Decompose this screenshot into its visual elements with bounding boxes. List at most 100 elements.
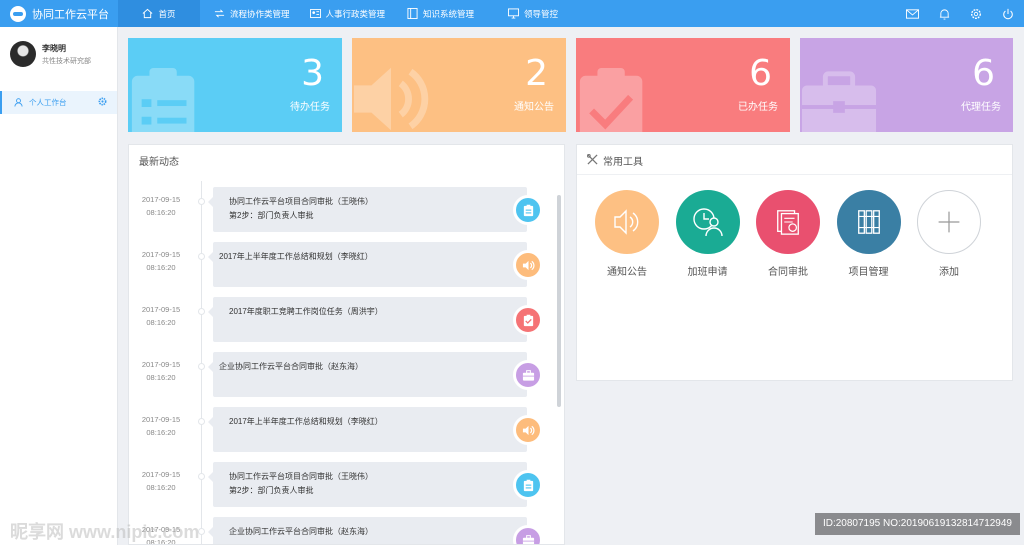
process-icon <box>214 9 225 18</box>
tools-icon <box>587 154 598 165</box>
cloud-logo-icon <box>10 5 26 22</box>
feed-item-title: 2017年上半年度工作总结和规划（李晓红） <box>229 417 383 426</box>
stat-card-proxy[interactable]: 6 代理任务 <box>800 38 1013 132</box>
app-title: 协同工作云平台 <box>32 8 109 21</box>
top-bar: 协同工作云平台 首页 流程协作类管理 人事行政类管理 知识系统管理 领导管控 <box>0 0 1024 27</box>
feed-item-card[interactable]: 企业协同工作云平台合同审批（赵东海） <box>208 352 527 397</box>
watermark-text: 昵享网 www.nipic.com <box>10 522 200 542</box>
avatar <box>10 41 36 67</box>
stat-value: 6 <box>972 53 995 94</box>
user-name: 李晓明 <box>42 43 66 53</box>
feed-item-card[interactable]: 2017年上半年度工作总结和规划（李晓红） <box>208 407 527 452</box>
clipboard-icon <box>513 195 543 225</box>
feed-item-title: 协同工作云平台项目合同审批（王晓伟） <box>229 472 373 481</box>
tool-item-label: 添加 <box>939 267 959 278</box>
feed-item-title: 2017年上半年度工作总结和规划（李晓红） <box>219 252 373 261</box>
feed-item-subtitle: 第2步：部门负责人审批 <box>229 211 314 220</box>
stat-label: 代理任务 <box>961 102 1001 113</box>
sidebar-item-workbench[interactable]: 个人工作台 <box>0 91 117 114</box>
settings-icon <box>971 8 981 19</box>
tool-item[interactable]: 合同审批 <box>753 190 823 278</box>
id-card-icon <box>309 9 321 18</box>
tools-panel: 常用工具 通知公告 加班申请 合同审批 项目管理 添加 <box>576 144 1013 381</box>
binders-icon[interactable] <box>836 190 901 254</box>
speaker-icon <box>513 250 543 280</box>
feed-item-time: 08:16:20 <box>146 373 176 382</box>
feed-item[interactable]: 2017-09-15 08:16:20 2017年上半年度工作总结和规划（李晓红） <box>129 407 564 453</box>
feed-item-timestamp: 2017-09-15 08:16:20 <box>129 303 193 329</box>
stat-card-notice[interactable]: 2 通知公告 <box>352 38 566 132</box>
feed-item-date: 2017-09-15 <box>141 250 181 259</box>
feed-item-card[interactable]: 协同工作云平台项目合同审批（王晓伟） 第2步：部门负责人审批 <box>208 187 527 232</box>
gear-icon[interactable] <box>98 97 107 106</box>
bell-icon <box>939 8 949 19</box>
feed-item-card[interactable]: 2017年上半年度工作总结和规划（李晓红） <box>208 242 527 287</box>
briefcase-icon <box>513 360 543 390</box>
briefcase-icon <box>801 71 877 132</box>
tool-item[interactable]: 通知公告 <box>592 190 662 278</box>
tool-item-label: 加班申请 <box>687 267 728 278</box>
feed-item-time: 08:16:20 <box>146 428 176 437</box>
speaker-icon <box>513 415 543 445</box>
contract-icon[interactable] <box>756 190 820 254</box>
feed-item-date: 2017-09-15 <box>141 195 181 204</box>
feed-item-date: 2017-09-15 <box>141 305 181 314</box>
stat-card-todo[interactable]: 3 待办任务 <box>128 38 342 132</box>
feed-item[interactable]: 2017-09-15 08:16:20 协同工作云平台项目合同审批（王晓伟） 第2步：… <box>129 462 564 508</box>
nav-knowledge[interactable]: 知识系统管理 <box>399 0 482 27</box>
watermark-id: ID:20807195 NO:20190619132814712949 <box>814 513 1020 535</box>
feed-item-title: 协同工作云平台项目合同审批（王晓伟） <box>229 197 373 206</box>
clipboard-check-icon <box>579 68 643 132</box>
timeline-dot <box>198 308 205 315</box>
header-actions <box>896 0 1024 27</box>
notifications-button[interactable] <box>928 0 960 27</box>
feed-item-card[interactable]: 企业协同工作云平台合同审批（赵东海） <box>208 517 527 544</box>
tool-item[interactable]: 项目管理 <box>834 190 904 278</box>
clipboard-icon <box>513 470 543 500</box>
sidebar: 李晓明 共性技术研究部 个人工作台 <box>0 27 118 545</box>
timeline-dot <box>198 473 205 480</box>
sidebar-item-label: 个人工作台 <box>29 98 67 107</box>
feed-item-date: 2017-09-15 <box>141 470 181 479</box>
monitor-icon <box>508 8 520 19</box>
feed-item-timestamp: 2017-09-15 08:16:20 <box>129 358 193 384</box>
speaker-icon[interactable] <box>595 190 659 254</box>
feed-item[interactable]: 2017-09-15 08:16:20 2017年上半年度工作总结和规划（李晓红） <box>129 242 564 288</box>
activity-feed-panel: 最新动态 2017-09-15 08:16:20 协同工作云平台项目合同审批（王晓伟… <box>128 144 565 545</box>
timeline-dot <box>198 198 205 205</box>
stat-card-done[interactable]: 6 已办任务 <box>576 38 790 132</box>
nav-home[interactable]: 首页 <box>118 0 200 27</box>
feed-item[interactable]: 2017-09-15 08:16:20 2017年度职工竞聘工作岗位任务（周洪宇） <box>129 297 564 343</box>
tool-item[interactable]: 加班申请 <box>673 190 743 278</box>
feed-item[interactable]: 2017-09-15 08:16:20 协同工作云平台项目合同审批（王晓伟） 第2步：… <box>129 187 564 233</box>
clipboard-check-icon <box>513 305 543 335</box>
stat-label: 已办任务 <box>738 102 778 113</box>
feed-item-date: 2017-09-15 <box>141 360 181 369</box>
tool-item-label: 项目管理 <box>848 267 889 278</box>
nav-leader-label: 领导管控 <box>524 8 559 19</box>
feed-item-subtitle: 第2步：部门负责人审批 <box>229 486 314 495</box>
feed-item-card[interactable]: 2017年度职工竞聘工作岗位任务（周洪宇） <box>208 297 527 342</box>
feed-item-card[interactable]: 协同工作云平台项目合同审批（王晓伟） 第2步：部门负责人审批 <box>208 462 527 507</box>
user-profile[interactable]: 李晓明 共性技术研究部 <box>10 41 91 67</box>
nav-home-label: 首页 <box>158 8 176 19</box>
power-button[interactable] <box>992 0 1024 27</box>
nav-hr[interactable]: 人事行政类管理 <box>302 0 394 27</box>
tool-item[interactable]: 添加 <box>914 190 984 278</box>
nav-process-label: 流程协作类管理 <box>230 8 290 19</box>
feed-item-title: 企业协同工作云平台合同审批（赵东海） <box>219 362 363 371</box>
speaker-icon <box>353 67 429 131</box>
plus-icon[interactable] <box>917 190 981 254</box>
settings-button[interactable] <box>960 0 992 27</box>
overtime-icon[interactable] <box>675 190 740 254</box>
feed-item[interactable]: 2017-09-15 08:16:20 企业协同工作云平台合同审批（赵东海） <box>129 352 564 398</box>
home-icon <box>143 8 153 19</box>
nav-leader[interactable]: 领导管控 <box>500 0 566 27</box>
power-icon <box>1003 8 1013 19</box>
mail-button[interactable] <box>896 0 928 27</box>
feed-item-title: 2017年度职工竞聘工作岗位任务（周洪宇） <box>229 307 383 316</box>
stat-value: 3 <box>301 53 324 94</box>
feed-item-time: 08:16:20 <box>146 318 176 327</box>
brand[interactable]: 协同工作云平台 <box>0 0 118 27</box>
nav-process[interactable]: 流程协作类管理 <box>206 0 298 27</box>
